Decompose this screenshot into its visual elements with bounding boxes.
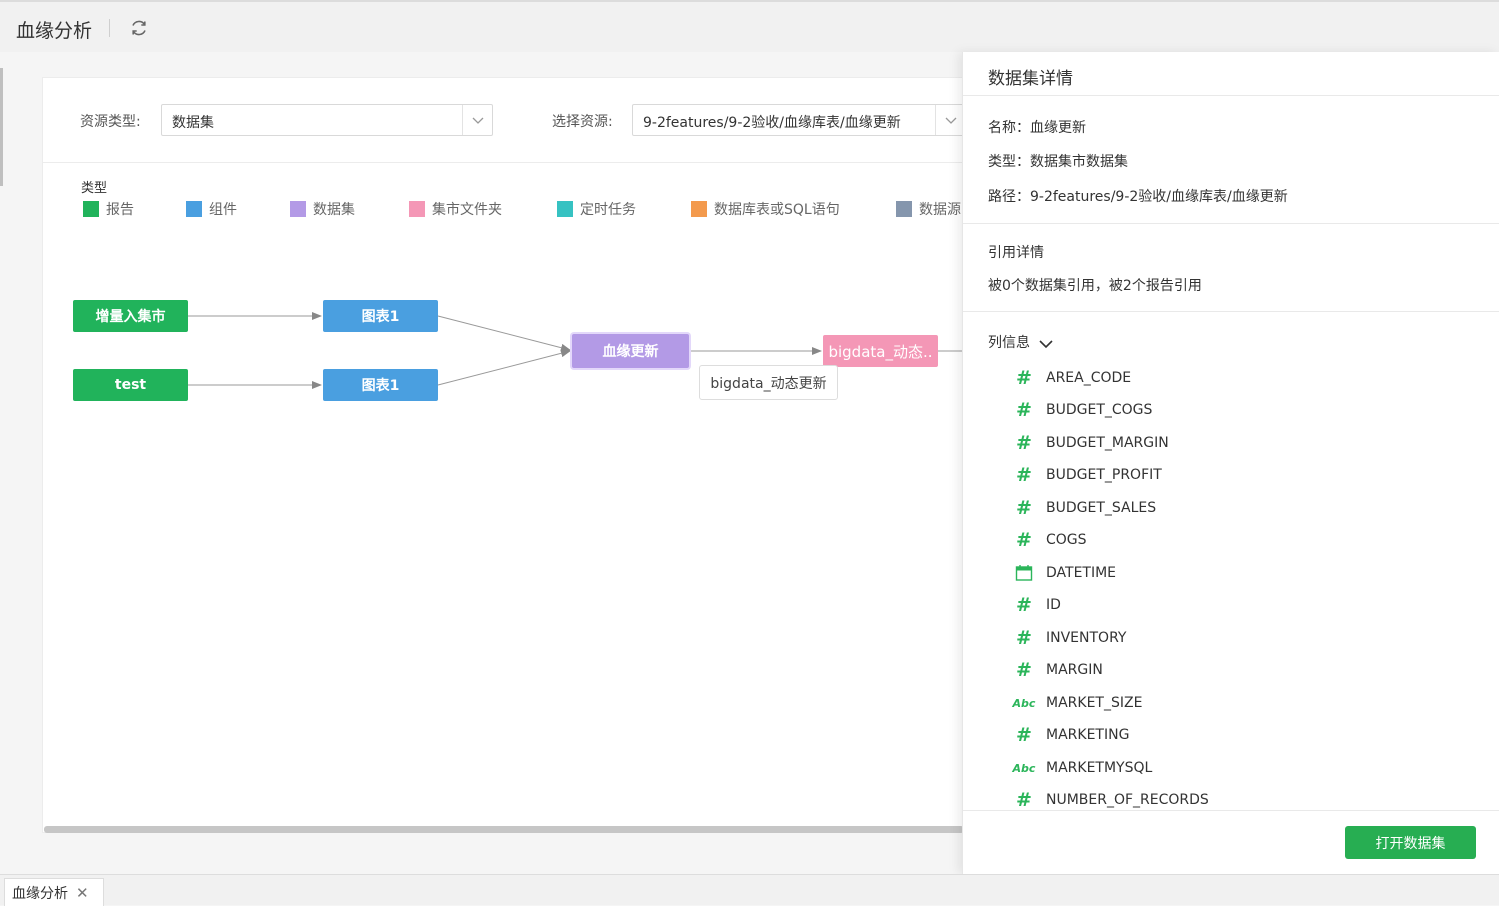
column-list[interactable]: # AREA_CODE # BUDGET_COGS # BUDGET_MARGIN #… bbox=[963, 362, 1499, 810]
column-item[interactable]: # AREA_CODE bbox=[1015, 362, 1131, 394]
horizontal-scrollbar[interactable] bbox=[44, 826, 964, 833]
number-icon: # bbox=[1016, 432, 1032, 454]
columns-toggle[interactable]: 列信息 bbox=[988, 330, 1056, 354]
number-icon: # bbox=[1016, 464, 1032, 486]
column-name: COGS bbox=[1046, 532, 1087, 548]
dataset-path: 路径：9-2features/9-2验收/血缘库表/血缘更新 bbox=[988, 189, 1288, 205]
number-icon: # bbox=[1016, 497, 1032, 519]
number-icon: # bbox=[1016, 659, 1032, 681]
edge bbox=[437, 349, 571, 386]
column-item[interactable]: # BUDGET_SALES bbox=[1015, 492, 1156, 524]
open-dataset-button[interactable]: 打开数据集 bbox=[1345, 826, 1476, 859]
number-icon: # bbox=[1016, 594, 1032, 616]
close-icon[interactable]: ✕ bbox=[76, 884, 89, 902]
node-component[interactable]: 图表1 bbox=[323, 369, 438, 401]
divider bbox=[963, 311, 1499, 312]
number-icon: # bbox=[1016, 724, 1032, 746]
column-item[interactable]: # BUDGET_MARGIN bbox=[1015, 427, 1169, 459]
column-name: INVENTORY bbox=[1046, 630, 1127, 646]
column-name: MARGIN bbox=[1046, 662, 1103, 678]
column-item[interactable]: # ID bbox=[1015, 589, 1061, 621]
column-name: AREA_CODE bbox=[1046, 370, 1132, 386]
number-icon: # bbox=[1016, 789, 1032, 810]
number-icon: # bbox=[1016, 529, 1032, 551]
column-item[interactable]: Abc MARKETMYSQL bbox=[1012, 752, 1153, 784]
node-tooltip: bigdata_动态更新 bbox=[699, 365, 838, 400]
panel-title: 数据集详情 bbox=[988, 69, 1073, 89]
dataset-detail-panel: 数据集详情 名称：血缘更新 类型：数据集市数据集 路径：9-2features/… bbox=[962, 52, 1499, 874]
edge bbox=[437, 315, 571, 352]
node-dataset-selected[interactable]: 血缘更新 bbox=[572, 334, 689, 368]
node-component[interactable]: 图表1 bbox=[323, 300, 438, 332]
column-item[interactable]: Abc MARKET_SIZE bbox=[1012, 687, 1143, 719]
divider bbox=[963, 95, 1499, 96]
dataset-type: 类型：数据集市数据集 bbox=[988, 154, 1128, 170]
column-item[interactable]: # NUMBER_OF_RECORDS bbox=[1015, 784, 1209, 810]
number-icon: # bbox=[1016, 627, 1032, 649]
reference-text: 被0个数据集引用，被2个报告引用 bbox=[988, 278, 1202, 294]
number-icon: # bbox=[1016, 367, 1032, 389]
column-name: DATETIME bbox=[1046, 565, 1117, 581]
column-item[interactable]: DATETIME bbox=[1015, 557, 1116, 589]
number-icon: # bbox=[1016, 399, 1032, 421]
column-item[interactable]: # BUDGET_PROFIT bbox=[1015, 459, 1162, 491]
node-report[interactable]: test bbox=[73, 369, 188, 401]
node-market-folder[interactable]: bigdata_动态.. bbox=[823, 335, 938, 367]
divider bbox=[963, 810, 1499, 811]
columns-title: 列信息 bbox=[988, 335, 1030, 351]
divider bbox=[963, 223, 1499, 224]
calendar-icon bbox=[1015, 564, 1033, 582]
node-report[interactable]: 增量入集市 bbox=[73, 300, 188, 332]
column-name: MARKETING bbox=[1046, 727, 1130, 743]
column-name: ID bbox=[1046, 597, 1061, 613]
tab-label: 血缘分析 bbox=[12, 885, 68, 902]
column-item[interactable]: # INVENTORY bbox=[1015, 622, 1126, 654]
text-icon: Abc bbox=[1012, 761, 1036, 775]
text-icon: Abc bbox=[1012, 696, 1036, 710]
bottom-tab-bar: 血缘分析 ✕ bbox=[0, 874, 1499, 906]
column-name: MARKET_SIZE bbox=[1046, 695, 1143, 711]
column-name: BUDGET_SALES bbox=[1046, 500, 1157, 516]
column-item[interactable]: # MARGIN bbox=[1015, 654, 1103, 686]
tab-lineage-analysis[interactable]: 血缘分析 ✕ bbox=[4, 878, 104, 906]
column-item[interactable]: # COGS bbox=[1015, 524, 1087, 556]
dataset-name: 名称：血缘更新 bbox=[988, 120, 1086, 136]
column-name: BUDGET_PROFIT bbox=[1046, 467, 1162, 483]
chevron-down-icon[interactable] bbox=[1036, 334, 1056, 354]
column-name: BUDGET_COGS bbox=[1046, 402, 1153, 418]
column-name: MARKETMYSQL bbox=[1046, 760, 1153, 776]
column-name: NUMBER_OF_RECORDS bbox=[1046, 792, 1209, 808]
reference-title: 引用详情 bbox=[988, 245, 1044, 261]
column-name: BUDGET_MARGIN bbox=[1046, 435, 1169, 451]
column-item[interactable]: # BUDGET_COGS bbox=[1015, 394, 1152, 426]
column-item[interactable]: # MARKETING bbox=[1015, 719, 1129, 751]
